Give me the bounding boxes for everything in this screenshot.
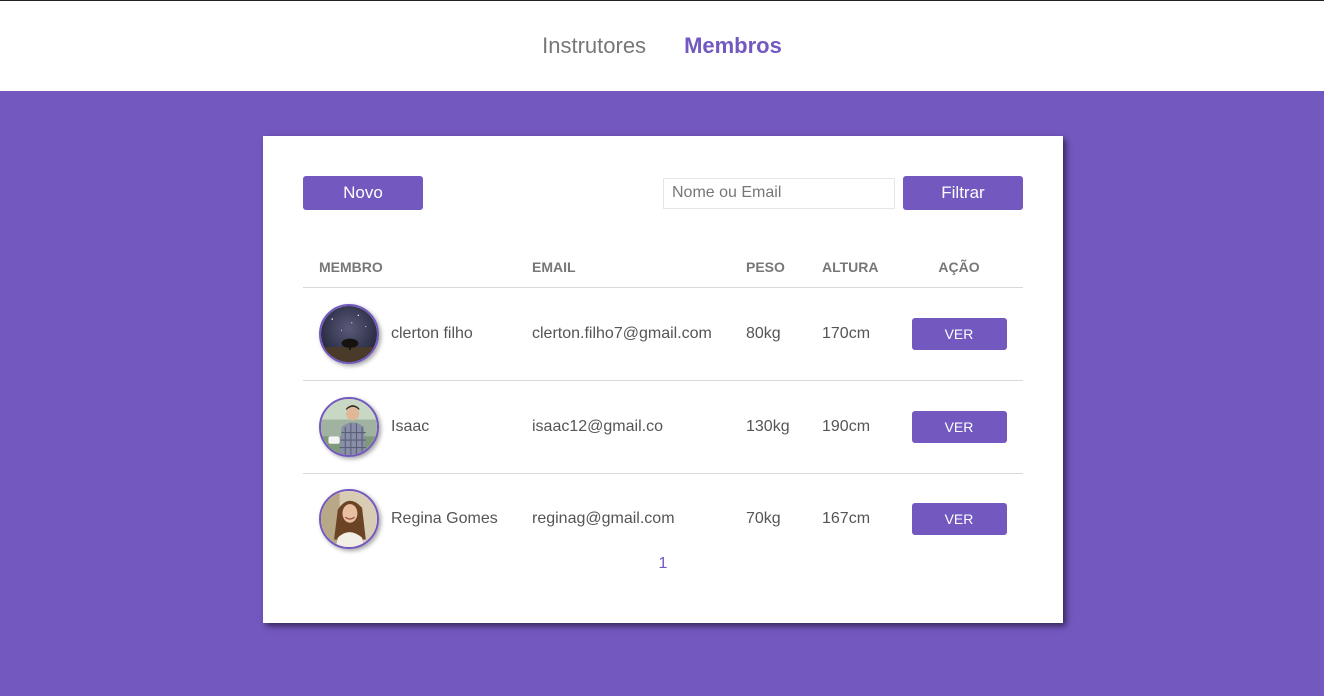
members-table: MEMBRO EMAIL PESO ALTURA AÇÃO clerton fi… <box>303 248 1023 564</box>
view-member-button[interactable]: VER <box>911 502 1007 535</box>
avatar <box>319 396 379 457</box>
night-sky-tree-image <box>321 305 377 362</box>
member-height: 170cm <box>806 287 895 381</box>
member-cell: clerton filho <box>303 287 516 381</box>
nav-link-instrutores[interactable]: Instrutores <box>542 33 646 59</box>
member-cell: Regina Gomes <box>303 473 516 564</box>
action-cell: VER <box>895 473 1023 564</box>
member-cell: Isaac <box>303 380 516 474</box>
member-height: 167cm <box>822 509 871 527</box>
member-weight: 80kg <box>730 287 806 381</box>
toolbar: Novo Filtrar <box>303 176 1023 210</box>
member-name: clerton filho <box>391 324 473 342</box>
new-member-button[interactable]: Novo <box>303 176 423 210</box>
search-input[interactable] <box>663 177 895 209</box>
member-email: reginag@gmail.com <box>532 509 675 527</box>
member-name: Isaac <box>391 417 430 435</box>
member-email: isaac12@gmail.co <box>516 380 730 474</box>
column-header-height: ALTURA <box>806 248 895 288</box>
column-header-member: MEMBRO <box>303 248 516 288</box>
action-cell: VER <box>895 287 1023 381</box>
action-cell: VER <box>895 380 1023 474</box>
view-member-button[interactable]: VER <box>911 317 1007 350</box>
table-header-row: MEMBRO EMAIL PESO ALTURA AÇÃO <box>303 248 1023 288</box>
table-row: clerton filho clerton.filho7@gmail.com 8… <box>303 287 1023 381</box>
member-email: clerton.filho7@gmail.com <box>516 287 730 381</box>
smiling-woman-image <box>321 490 377 547</box>
member-height: 190cm <box>806 380 895 474</box>
member-name: Regina Gomes <box>391 509 498 527</box>
member-weight: 70kg <box>746 509 781 527</box>
table-row: Isaac isaac12@gmail.co 130kg 190cm VER <box>303 380 1023 474</box>
top-navbar: Instrutores Membros <box>0 0 1324 91</box>
view-member-button[interactable]: VER <box>911 410 1007 443</box>
man-plaid-shirt-image <box>321 398 377 455</box>
filter-button[interactable]: Filtrar <box>903 176 1023 210</box>
nav-link-membros[interactable]: Membros <box>684 33 782 59</box>
avatar <box>319 303 379 364</box>
pagination: 1 <box>303 555 1023 573</box>
page-link-1[interactable]: 1 <box>659 555 668 572</box>
column-header-weight: PESO <box>730 248 806 288</box>
filter-form: Filtrar <box>663 176 1023 210</box>
members-card: Novo Filtrar MEMBRO EMAIL PESO ALTURA AÇ… <box>263 136 1063 623</box>
table-row: Regina Gomes reginag@gmail.com 70kg 167c… <box>303 473 1023 564</box>
column-header-action: AÇÃO <box>895 248 1023 288</box>
column-header-email: EMAIL <box>516 248 730 288</box>
avatar <box>319 488 379 549</box>
member-weight: 130kg <box>730 380 806 474</box>
